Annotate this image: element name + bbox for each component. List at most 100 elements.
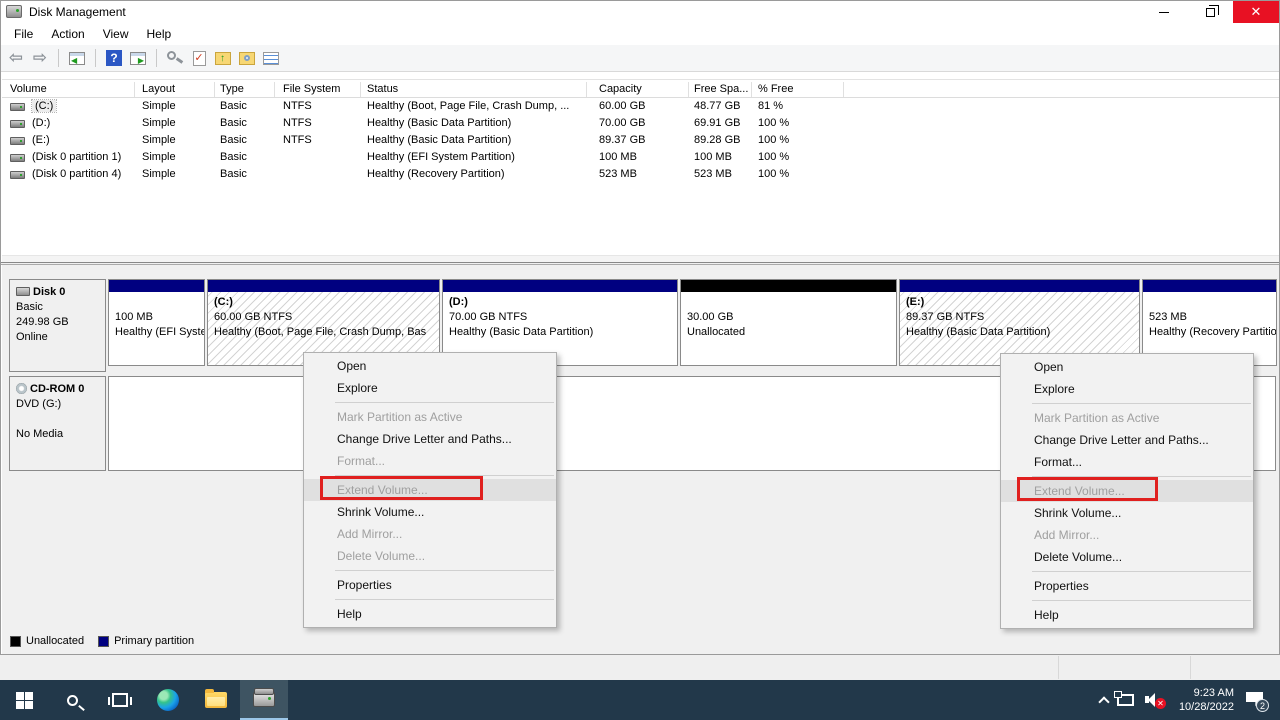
menu-item-extend-volume[interactable]: Extend Volume... [304, 479, 556, 501]
disk-management-app-icon [6, 5, 22, 18]
cell-fs: NTFS [283, 100, 312, 112]
table-row[interactable]: (Disk 0 partition 4)SimpleBasicHealthy (… [2, 166, 1279, 183]
folder-up-icon[interactable]: ↑ [214, 49, 232, 67]
menu-item-properties[interactable]: Properties [304, 574, 556, 596]
commit-icon[interactable]: ✓ [190, 49, 208, 67]
cell-type: Basic [220, 168, 247, 180]
back-arrow-icon[interactable]: ⇦ [7, 49, 25, 67]
column-header-layout[interactable]: Layout [142, 83, 175, 95]
menu-item-open[interactable]: Open [304, 355, 556, 377]
column-header-file-system[interactable]: File System [283, 83, 340, 95]
partition-status-bar [208, 280, 439, 292]
column-header-free-spa-[interactable]: Free Spa... [694, 83, 748, 95]
menu-item-add-mirror[interactable]: Add Mirror... [304, 523, 556, 545]
table-row[interactable]: (E:)SimpleBasicNTFSHealthy (Basic Data P… [2, 132, 1279, 149]
partition-name: (D:) [449, 296, 468, 308]
partition-healthy-efi-system-partition-[interactable]: 100 MBHealthy (EFI System Partition) [108, 279, 205, 366]
menu-item-shrink-volume[interactable]: Shrink Volume... [1001, 502, 1253, 524]
menu-view[interactable]: View [94, 24, 138, 44]
header-separator [843, 82, 844, 97]
menu-item-extend-volume[interactable]: Extend Volume... [1001, 480, 1253, 502]
menu-help[interactable]: Help [138, 24, 181, 44]
menu-item-properties[interactable]: Properties [1001, 575, 1253, 597]
folder-logo [205, 692, 227, 708]
toolbar: ⇦ ⇨ ◀? ▶ ✓ ↑ [1, 45, 1279, 72]
volume-muted-icon[interactable]: ✕ [1145, 692, 1165, 708]
table-row[interactable]: (Disk 0 partition 1)SimpleBasicHealthy (… [2, 149, 1279, 166]
edge-icon[interactable] [144, 680, 192, 720]
legend-label: Primary partition [114, 635, 194, 647]
menu-item-help[interactable]: Help [304, 603, 556, 625]
disk0-kind: Basic [16, 300, 99, 315]
search-icon[interactable] [48, 680, 96, 720]
menu-item-explore[interactable]: Explore [304, 377, 556, 399]
menu-item-add-mirror[interactable]: Add Mirror... [1001, 524, 1253, 546]
cell-fs: NTFS [283, 134, 312, 146]
volume-list-header[interactable]: Volume Layout Type File System Status Capacit… [2, 79, 1279, 98]
task-view-icon[interactable] [96, 680, 144, 720]
menu-item-change-drive-letter-and-paths[interactable]: Change Drive Letter and Paths... [304, 428, 556, 450]
table-row[interactable]: (C:)SimpleBasicNTFSHealthy (Boot, Page F… [2, 98, 1279, 115]
column-header--free[interactable]: % Free [758, 83, 793, 95]
details-icon[interactable] [262, 49, 280, 67]
menu-item-shrink-volume[interactable]: Shrink Volume... [304, 501, 556, 523]
menu-item-format[interactable]: Format... [1001, 451, 1253, 473]
menu-item-delete-volume[interactable]: Delete Volume... [304, 545, 556, 567]
task-view-shape [112, 693, 128, 707]
menu-item-mark-partition-as-active[interactable]: Mark Partition as Active [1001, 407, 1253, 429]
lens-shape [167, 51, 176, 60]
cd-icon [16, 383, 27, 394]
menu-item-format[interactable]: Format... [304, 450, 556, 472]
action-pane-icon[interactable]: ▶ [129, 49, 147, 67]
title-bar[interactable]: Disk Management ✕ [1, 1, 1279, 23]
column-header-status[interactable]: Status [367, 83, 398, 95]
menu-separator [1032, 600, 1251, 601]
window-title: Disk Management [29, 5, 126, 19]
header-separator [688, 82, 689, 97]
partition-status: Healthy (Basic Data Partition) [449, 326, 593, 338]
restore-button[interactable] [1187, 1, 1233, 23]
column-header-volume[interactable]: Volume [10, 83, 47, 95]
partition-size: 100 MB [115, 311, 153, 323]
menu-item-delete-volume[interactable]: Delete Volume... [1001, 546, 1253, 568]
cell-volume: (E:) [32, 134, 50, 146]
network-icon[interactable] [1117, 694, 1134, 706]
cell-status: Healthy (Recovery Partition) [367, 168, 505, 180]
folder-shape [239, 52, 255, 65]
forward-arrow-icon[interactable]: ⇨ [31, 49, 49, 67]
menu-action[interactable]: Action [42, 24, 93, 44]
table-row[interactable]: (D:)SimpleBasicNTFSHealthy (Basic Data P… [2, 115, 1279, 132]
cell-volume: (C:) [32, 100, 56, 112]
clock[interactable]: 9:23 AM 10/28/2022 [1173, 686, 1240, 714]
disk-management-icon[interactable] [240, 680, 288, 720]
disk0-label-panel[interactable]: Disk 0 Basic 249.98 GB Online [9, 279, 106, 372]
close-button[interactable]: ✕ [1233, 1, 1279, 23]
folder-search-icon[interactable] [238, 49, 256, 67]
tray-chevron-icon[interactable] [1098, 696, 1109, 707]
minimize-button[interactable] [1141, 1, 1187, 23]
menu-item-open[interactable]: Open [1001, 356, 1253, 378]
start-icon[interactable] [0, 680, 48, 720]
spacer [16, 412, 99, 427]
menu-item-mark-partition-as-active[interactable]: Mark Partition as Active [304, 406, 556, 428]
horizontal-scrollbar[interactable] [2, 255, 1279, 262]
menu-item-change-drive-letter-and-paths[interactable]: Change Drive Letter and Paths... [1001, 429, 1253, 451]
help-icon[interactable]: ? [105, 49, 123, 67]
list-shape [263, 52, 279, 65]
restore-icon [1206, 8, 1215, 17]
menu-item-explore[interactable]: Explore [1001, 378, 1253, 400]
volume-list: Volume Layout Type File System Status Capacit… [2, 72, 1279, 262]
column-header-type[interactable]: Type [220, 83, 244, 95]
divider [1190, 656, 1191, 679]
file-explorer-icon[interactable] [192, 680, 240, 720]
console-tree-icon[interactable]: ◀ [68, 49, 86, 67]
column-header-capacity[interactable]: Capacity [599, 83, 642, 95]
cdrom-label-panel[interactable]: CD-ROM 0 DVD (G:) No Media [9, 376, 106, 471]
partition-unallocated[interactable]: 30.00 GBUnallocated [680, 279, 897, 366]
clock-time: 9:23 AM [1179, 686, 1234, 700]
notification-center-icon[interactable]: 2 [1246, 692, 1266, 709]
inspect-icon[interactable] [166, 49, 184, 67]
disk0-state: Online [16, 330, 99, 345]
menu-file[interactable]: File [5, 24, 42, 44]
menu-item-help[interactable]: Help [1001, 604, 1253, 626]
